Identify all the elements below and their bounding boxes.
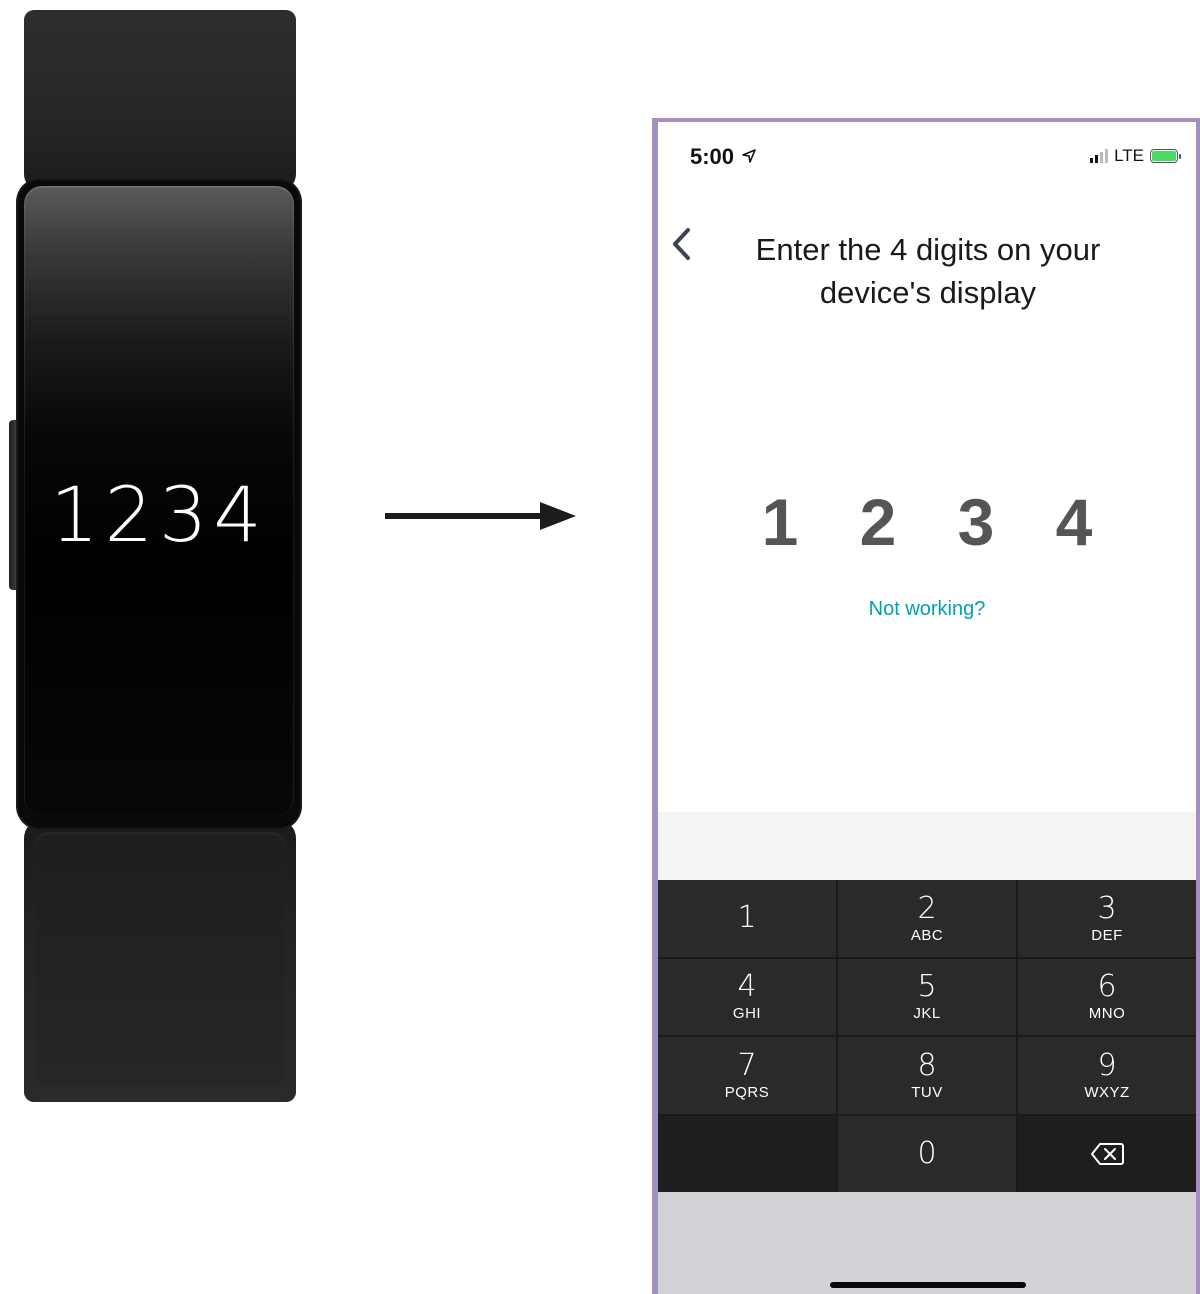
backspace-icon xyxy=(1091,1142,1124,1165)
key-2[interactable]: 2 ABC xyxy=(838,880,1016,957)
home-indicator[interactable] xyxy=(830,1282,1026,1288)
key-blank xyxy=(658,1115,836,1192)
battery-icon xyxy=(1150,149,1181,163)
backspace-key[interactable] xyxy=(1018,1115,1196,1192)
phone-screen: 5:00 LTE Enter the 4 digits on your devi… xyxy=(652,118,1200,1294)
code-digit: 2 xyxy=(859,485,897,559)
tracker-band-bottom xyxy=(24,820,296,1102)
status-bar: 5:00 LTE xyxy=(658,122,1196,182)
location-arrow-icon xyxy=(742,149,756,163)
code-digit: 3 xyxy=(957,485,995,559)
key-8[interactable]: 8 TUV xyxy=(838,1037,1016,1114)
key-3[interactable]: 3 DEF xyxy=(1018,880,1196,957)
key-0[interactable]: 0 xyxy=(838,1115,1016,1192)
signal-icon xyxy=(1090,149,1109,163)
key-9[interactable]: 9 WXYZ xyxy=(1018,1037,1196,1114)
code-digit: 4 xyxy=(1055,485,1093,559)
home-area xyxy=(658,1192,1196,1294)
network-label: LTE xyxy=(1114,146,1144,165)
key-6[interactable]: 6 MNO xyxy=(1018,958,1196,1035)
tracker-band-top xyxy=(24,10,296,192)
status-time: 5:00 xyxy=(690,144,756,170)
chevron-left-icon xyxy=(673,228,690,260)
page-title: Enter the 4 digits on your device's disp… xyxy=(755,232,1101,310)
key-5[interactable]: 5 JKL xyxy=(838,958,1016,1035)
back-button[interactable] xyxy=(670,226,698,266)
not-working-link[interactable]: Not working? xyxy=(658,598,1196,621)
key-1[interactable]: 1 xyxy=(658,880,836,957)
code-digit: 1 xyxy=(761,485,799,559)
code-digits: 1 2 3 4 xyxy=(658,484,1196,560)
key-7[interactable]: 7 PQRS xyxy=(658,1037,836,1114)
tracker-code-display: 1234 xyxy=(50,470,268,559)
keyboard-accessory-bar xyxy=(658,812,1196,880)
key-4[interactable]: 4 GHI xyxy=(658,958,836,1035)
numeric-keypad: 1 2 ABC 3 DEF 4 GHI 5 JKL 6 MNO 7 PQRS 8… xyxy=(658,880,1196,1192)
